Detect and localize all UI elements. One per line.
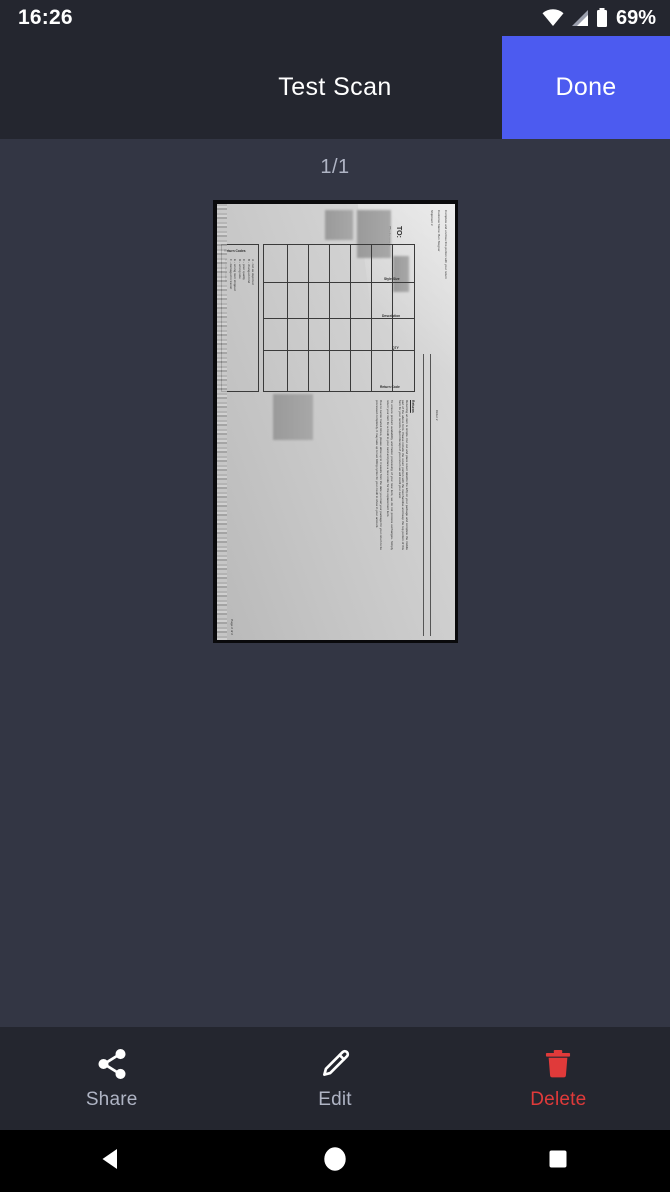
home-circle-icon <box>320 1144 350 1179</box>
return-code-item: B - changed mind <box>246 258 251 283</box>
address-to-label: TO: <box>394 225 402 238</box>
redacted-area <box>324 209 353 240</box>
table-header-style-size: Style-Size <box>383 276 400 281</box>
header-line-1: Complete and enclose this portion with y… <box>443 209 448 279</box>
delete-button-label: Delete <box>530 1088 587 1110</box>
edit-button[interactable]: Edit <box>223 1027 446 1130</box>
redacted-area <box>272 393 313 440</box>
delete-button[interactable]: Delete <box>447 1027 670 1130</box>
share-icon <box>95 1047 129 1081</box>
scan-preview-screen: 16:26 69% Test Scan Done 1/1 Complete an… <box>0 0 670 1192</box>
page-title: Test Scan <box>278 73 392 101</box>
table-header-description: Description <box>381 313 400 318</box>
document-header-lines: Complete and enclose this portion with y… <box>425 209 448 360</box>
header-line-2: Customer Name: Ben Stegner <box>436 209 441 251</box>
order-number-label: Order # <box>434 409 439 421</box>
table-header-return-code: Return Code <box>379 384 400 389</box>
android-nav-bar <box>0 1130 670 1192</box>
battery-icon <box>596 8 608 28</box>
share-button[interactable]: Share <box>0 1027 223 1130</box>
page-number-label: Page 2 of 2 <box>229 618 234 635</box>
return-codes-list: A - not as depicted B - changed mind C -… <box>223 258 255 291</box>
done-button-label: Done <box>555 73 617 101</box>
page-indicator: 1/1 <box>320 156 350 178</box>
trash-icon <box>541 1047 575 1081</box>
return-code-item: C - poor quality <box>241 258 246 280</box>
header-rule-1 <box>429 353 431 636</box>
return-code-item: E - wrong item shipped <box>232 258 237 291</box>
returns-heading: Returns <box>410 399 415 413</box>
preview-content: 1/1 Complete and enclose this portion wi… <box>0 139 670 1027</box>
returns-paragraph: Due to carrier transit times, please all… <box>374 399 383 550</box>
battery-percent: 69% <box>615 6 656 29</box>
cellular-signal-icon <box>570 9 590 27</box>
wifi-icon <box>542 9 564 27</box>
header-line-3: Shipment # <box>429 209 434 226</box>
status-bar: 16:26 69% <box>0 0 670 36</box>
nav-home-button[interactable] <box>295 1130 375 1192</box>
status-icons: 69% <box>542 7 656 30</box>
return-items-table: Style-Size Description QTY Return Code <box>262 243 415 392</box>
header-rule-2 <box>422 353 424 636</box>
status-time: 16:26 <box>18 6 73 29</box>
pencil-icon <box>318 1047 352 1081</box>
returns-paragraph: To ensure product availability and faste… <box>385 399 394 550</box>
edit-button-label: Edit <box>318 1088 352 1110</box>
back-triangle-icon <box>99 1146 125 1177</box>
done-button[interactable]: Done <box>502 36 670 139</box>
return-code-item: A - not as depicted <box>250 258 255 285</box>
return-code-item: F - damaged in transit <box>228 258 233 289</box>
recents-square-icon <box>546 1147 570 1176</box>
return-code-item: D - wrong size <box>237 258 242 279</box>
scanned-page-image[interactable]: Complete and enclose this portion with y… <box>213 200 458 643</box>
scanned-document: Complete and enclose this portion with y… <box>216 203 455 640</box>
returns-paragraph: Returning an item is simple. Cut out and… <box>397 399 409 550</box>
paper-edge-strip <box>216 203 227 640</box>
bottom-toolbar: Share Edit Delete <box>0 1027 670 1130</box>
share-button-label: Share <box>85 1088 138 1110</box>
nav-back-button[interactable] <box>72 1130 152 1192</box>
returns-instructions: Returns Returning an item is simple. Cut… <box>371 399 415 550</box>
app-bar: Test Scan Done <box>0 36 670 139</box>
table-header-qty: QTY <box>391 345 399 350</box>
nav-recents-button[interactable] <box>518 1130 598 1192</box>
